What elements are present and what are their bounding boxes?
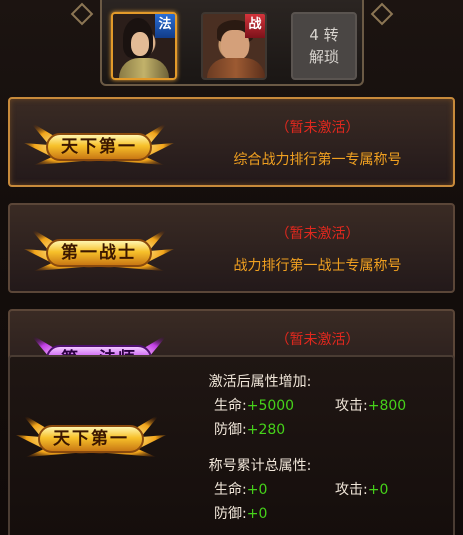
stat-label: 生命:: [214, 482, 247, 498]
stat-defense: 防御:+280: [214, 419, 285, 439]
title-emblem-label: 天下第一: [38, 425, 144, 453]
stat-value: +0: [246, 482, 268, 498]
face: [131, 32, 149, 56]
title-emblem-label: 第一战士: [46, 239, 152, 267]
total-attributes-heading: 称号累计总属性:: [208, 458, 312, 474]
title-emblem: 天下第一: [24, 113, 174, 173]
title-description: 综合战力排行第一专属称号: [233, 152, 402, 168]
stat-label: 防御:: [214, 422, 247, 438]
stat-attack: 攻击:+800: [335, 395, 406, 415]
unlock-label: 解琐: [308, 48, 339, 66]
title-panel: 法 战 4 转 解琐 天下第一 （暂未激活） 综合战力排行第一专属称号 第一战士…: [0, 0, 463, 535]
stat-value: +800: [367, 398, 407, 414]
activation-status: （暂未激活）: [275, 332, 360, 348]
armor: [207, 58, 265, 78]
title-attribute-tooltip: 天下第一 激活后属性增加: 生命:+5000 攻击:+800 防御:+280 称…: [8, 355, 455, 535]
character-selector: 法 战 4 转 解琐: [100, 0, 364, 86]
stat-label: 防御:: [214, 506, 247, 522]
stat-value: +5000: [246, 398, 295, 414]
character-portrait-warrior[interactable]: 战: [201, 12, 267, 80]
title-row-diyi-zhanshi[interactable]: 第一战士 （暂未激活） 战力排行第一战士专属称号: [8, 203, 455, 293]
stat-hp: 生命:+5000: [214, 395, 294, 415]
stat-defense-total: 防御:+0: [214, 503, 267, 523]
title-row-tianxia-diyi[interactable]: 天下第一 （暂未激活） 综合战力排行第一专属称号: [8, 97, 455, 187]
stat-attack-total: 攻击:+0: [335, 479, 388, 499]
locked-character-slot[interactable]: 4 转 解琐: [291, 12, 357, 80]
stat-label: 攻击:: [335, 482, 368, 498]
after-activation-heading: 激活后属性增加:: [208, 374, 312, 390]
armor: [119, 58, 169, 78]
class-badge-warrior: 战: [245, 14, 265, 38]
stat-value: +0: [367, 482, 389, 498]
stat-label: 攻击:: [335, 398, 368, 414]
character-portrait-mage[interactable]: 法: [111, 12, 177, 80]
title-emblem: 第一战士: [24, 219, 174, 279]
class-badge-mage: 法: [155, 14, 175, 38]
unlock-requirement: 4 转: [309, 26, 339, 44]
title-emblem-label: 天下第一: [46, 133, 152, 161]
stat-value: +280: [246, 422, 286, 438]
stat-hp-total: 生命:+0: [214, 479, 267, 499]
stat-value: +0: [246, 506, 268, 522]
activation-status: （暂未激活）: [275, 120, 360, 136]
activation-status: （暂未激活）: [275, 226, 360, 242]
stat-label: 生命:: [214, 398, 247, 414]
title-description: 战力排行第一战士专属称号: [233, 258, 402, 274]
